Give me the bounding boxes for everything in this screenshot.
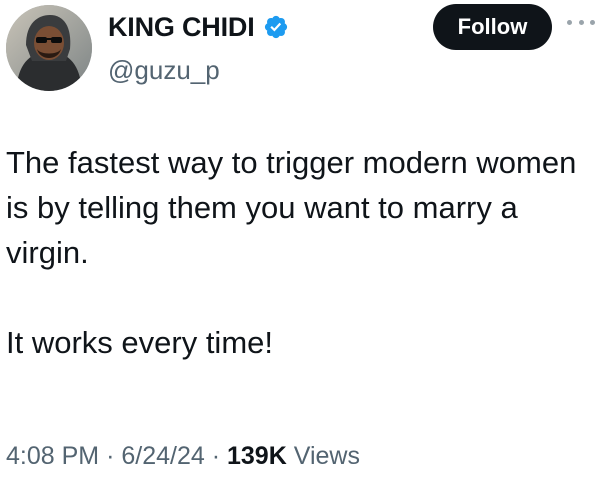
tweet-paragraph: It works every time! [6,325,273,360]
author-name-row: KING CHIDI [108,11,289,43]
views-label: Views [293,442,360,470]
author-handle[interactable]: @guzu_p [108,55,220,85]
tweet-paragraph: The fastest way to trigger modern women … [6,145,577,270]
follow-button[interactable]: Follow [433,4,552,50]
more-dot [567,19,572,25]
tweet-text: The fastest way to trigger modern women … [6,140,596,365]
more-horizontal-icon[interactable] [567,14,595,30]
avatar[interactable] [6,5,92,91]
more-dot [578,19,584,25]
verified-badge-icon[interactable] [263,14,289,40]
tweet-card: KING CHIDI @guzu_p Follow The fastest wa… [0,0,602,478]
more-dot [590,19,595,25]
tweet-meta: 4:08 PM · 6/24/24 · 139K Views [6,440,360,472]
meta-separator: · [106,442,115,470]
avatar-image [6,5,92,91]
tweet-time[interactable]: 4:08 PM [6,442,99,470]
author-display-name[interactable]: KING CHIDI [108,11,255,43]
meta-separator: · [211,442,221,470]
tweet-date[interactable]: 6/24/24 [121,442,204,470]
views-count[interactable]: 139K [227,442,287,470]
